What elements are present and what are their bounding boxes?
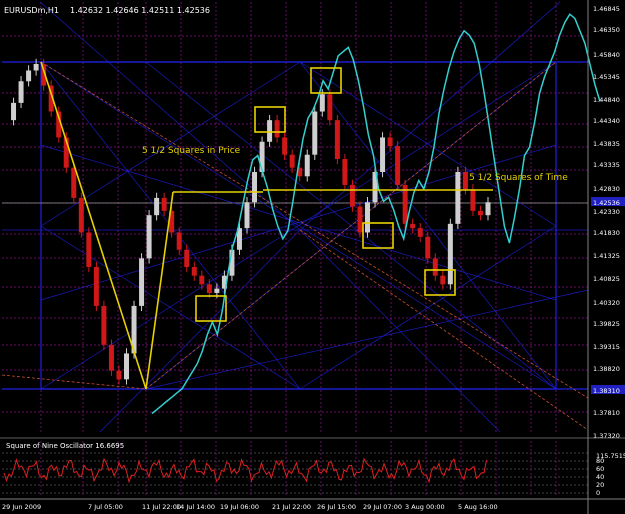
chart-background bbox=[0, 0, 625, 514]
candle-body bbox=[274, 120, 280, 138]
price-axis-label: 1.43835 bbox=[593, 140, 620, 148]
price-axis-label: 1.39315 bbox=[593, 343, 620, 351]
candle-body bbox=[485, 202, 491, 216]
candle-body bbox=[259, 141, 265, 172]
candle-body bbox=[176, 232, 182, 250]
candle-body bbox=[26, 70, 32, 82]
oscillator-axis-label: 80 bbox=[596, 457, 604, 465]
oscillator-axis-label: 20 bbox=[596, 481, 604, 489]
candle-body bbox=[470, 189, 476, 211]
price-axis-label: 1.37320 bbox=[593, 432, 620, 440]
candle-body bbox=[349, 184, 355, 207]
candle-body bbox=[108, 344, 114, 371]
candle-body bbox=[387, 137, 393, 147]
candle-body bbox=[304, 154, 310, 177]
price-axis-label: 1.39825 bbox=[593, 320, 620, 328]
candle-body bbox=[33, 63, 39, 71]
price-axis-label: 1.46845 bbox=[593, 5, 620, 13]
price-axis-label: 1.45840 bbox=[593, 51, 620, 59]
oscillator-axis-label: 60 bbox=[596, 465, 604, 473]
candle-body bbox=[432, 258, 438, 276]
price-axis-label: 1.46350 bbox=[593, 26, 620, 34]
candle-body bbox=[18, 81, 24, 103]
candle-body bbox=[214, 288, 220, 293]
price-axis-label: 1.38820 bbox=[593, 365, 620, 373]
time-axis-label: 21 Jul 22:00 bbox=[272, 503, 311, 511]
price-axis-label: 1.42830 bbox=[593, 185, 620, 193]
time-axis-label: 19 Jul 06:00 bbox=[220, 503, 259, 511]
candle-body bbox=[154, 197, 160, 216]
candle-body bbox=[342, 159, 348, 185]
price-axis-label: 1.45345 bbox=[593, 73, 620, 81]
candle-body bbox=[282, 137, 288, 155]
candle-body bbox=[93, 267, 99, 306]
candle-body bbox=[365, 202, 370, 233]
price-axis-label: 1.37810 bbox=[593, 409, 620, 417]
candle-body bbox=[462, 171, 468, 190]
candle-body bbox=[244, 202, 250, 229]
candle-body bbox=[78, 197, 84, 233]
time-axis-label: 29 Jun 2009 bbox=[2, 503, 41, 511]
time-axis-label: 14 Jul 14:00 bbox=[176, 503, 215, 511]
price-axis-label: 1.44840 bbox=[593, 96, 620, 104]
candle-body bbox=[191, 267, 197, 276]
price-axis-label: 1.40320 bbox=[593, 299, 620, 307]
oscillator-axis-label: 40 bbox=[596, 473, 604, 481]
candle-body bbox=[161, 197, 167, 211]
price-axis-label: 1.41830 bbox=[593, 229, 620, 237]
candle-body bbox=[334, 120, 340, 160]
oscillator-title: Square of Nine Oscillator 16.6695 bbox=[6, 442, 124, 450]
candle-body bbox=[184, 249, 190, 268]
time-axis-label: 5 Aug 16:00 bbox=[458, 503, 498, 511]
candle-body bbox=[86, 232, 92, 268]
price-axis-label: 1.42330 bbox=[593, 208, 620, 216]
candle-body bbox=[116, 370, 122, 380]
price-squares-annotation: 5 1/2 Squares in Price bbox=[142, 146, 241, 156]
header-ohlc: 1.42632 1.42646 1.42511 1.42536 bbox=[70, 6, 210, 15]
price-axis-label: 1.44340 bbox=[593, 117, 620, 125]
candle-body bbox=[440, 275, 446, 285]
time-axis-label: 29 Jul 07:00 bbox=[363, 503, 402, 511]
candle-body bbox=[417, 228, 423, 237]
candle-body bbox=[447, 223, 453, 285]
price-axis-label: 1.41325 bbox=[593, 252, 620, 260]
candle-body bbox=[455, 171, 461, 224]
candle-body bbox=[477, 210, 483, 216]
time-axis-label: 7 Jul 05:00 bbox=[88, 503, 123, 511]
candle-body bbox=[327, 94, 333, 121]
candle-body bbox=[71, 167, 77, 198]
price-axis-label: 1.40825 bbox=[593, 275, 620, 283]
price-axis-label: 1.43335 bbox=[593, 161, 620, 169]
header-symbol: EURUSDm,H1 bbox=[4, 6, 59, 15]
candle-body bbox=[124, 353, 129, 380]
candle-body bbox=[267, 120, 273, 142]
candle-body bbox=[199, 275, 205, 285]
candle-body bbox=[319, 94, 325, 112]
candle-body bbox=[101, 305, 107, 345]
candle-body bbox=[425, 236, 431, 259]
candle-body bbox=[206, 284, 212, 293]
price-axis-label: 1.38310 bbox=[593, 387, 620, 395]
candle-body bbox=[139, 258, 145, 306]
price-axis-label: 1.42536 bbox=[593, 199, 620, 207]
time-axis-label: 3 Aug 00:00 bbox=[405, 503, 445, 511]
candle-body bbox=[380, 137, 386, 172]
candle-body bbox=[357, 206, 363, 233]
chart-window[interactable]: 1.46845 1.46350 1.45840 1.45345 1.44840 1.443… bbox=[0, 0, 625, 514]
candle-body bbox=[289, 154, 295, 168]
candle-body bbox=[410, 223, 416, 229]
oscillator-axis-label: 0 bbox=[596, 489, 600, 497]
candle-body bbox=[395, 146, 401, 185]
candle-body bbox=[252, 171, 258, 203]
candle-body bbox=[11, 102, 17, 121]
candle-body bbox=[146, 215, 152, 259]
time-axis-label: 26 Jul 15:00 bbox=[317, 503, 356, 511]
time-squares-annotation: 5 1/2 Squares of Time bbox=[469, 173, 568, 183]
candle-body bbox=[312, 111, 318, 155]
